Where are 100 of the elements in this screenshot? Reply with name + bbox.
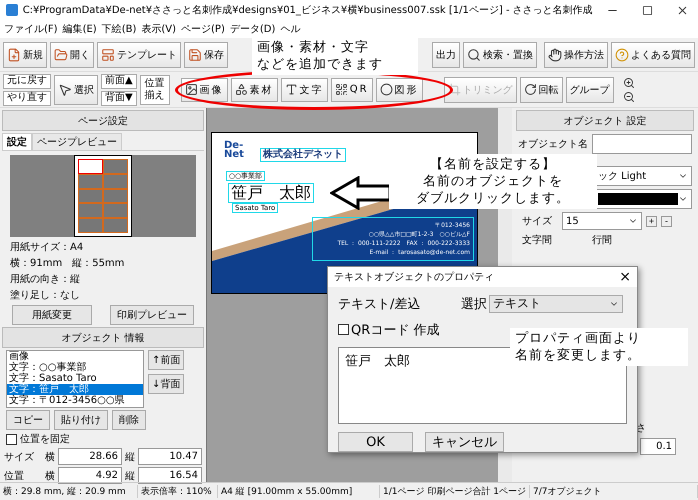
callout-text: 画像・素材・文字 などを追加できます: [252, 37, 418, 75]
template-icon: [101, 48, 115, 62]
select-button[interactable]: 選択: [54, 74, 98, 104]
number-field[interactable]: 4.92: [58, 467, 122, 484]
panel-header: オブジェクト 設定: [516, 110, 694, 131]
checkbox-label: QRコード 作成: [351, 322, 440, 339]
person-name[interactable]: 笹戸 太郎: [228, 183, 314, 204]
menu-item[interactable]: 編集(E): [62, 22, 97, 36]
save-icon: [188, 48, 202, 62]
insert-button[interactable]: 素材: [230, 78, 278, 102]
callout-text: 【名前を設定する】 名前のオブジェクトを ダブルクリックします。: [389, 154, 597, 209]
window-title: C:¥ProgramData¥De-net¥ささっと名刺作成¥designs¥01_ビジネス¥横¥business007.ssk [1/1ページ] - ささっと名刺作成: [22, 4, 593, 17]
toolbar-button[interactable]: 保存: [184, 42, 228, 68]
field-label: サイズ: [522, 215, 553, 228]
menu-item[interactable]: ページ(P): [181, 22, 225, 36]
color-select[interactable]: [594, 189, 692, 209]
text-icon: [284, 83, 298, 96]
page-info: 用紙の向き：縦: [9, 273, 81, 287]
insert-button[interactable]: 文字: [280, 78, 328, 102]
field-label: サイズ: [4, 450, 35, 464]
number-field[interactable]: 16.54: [138, 467, 202, 484]
page-info: 塗り足し：なし: [9, 289, 81, 303]
search-icon: [467, 48, 481, 62]
field-label: 縦: [125, 470, 135, 482]
zoom-out-icon[interactable]: [622, 90, 635, 102]
toolbar-button[interactable]: 検索・置換: [463, 42, 537, 68]
new-file-icon: [7, 48, 21, 62]
toolbar-button[interactable]: テンプレート: [97, 42, 181, 68]
field-label: 横: [45, 450, 55, 464]
close-icon[interactable]: [676, 4, 690, 16]
status-text: 表示倍率：110%: [138, 485, 218, 498]
minus-button[interactable]: -: [661, 216, 672, 226]
tool-button[interactable]: 回転: [520, 76, 563, 102]
close-button[interactable]: ×: [619, 268, 631, 285]
align-button[interactable]: 位置揃え: [140, 74, 170, 104]
page-info: 用紙サイズ：A4: [9, 241, 84, 255]
object-list-item[interactable]: 画像: [7, 351, 143, 362]
dialog-button[interactable]: キャンセル: [425, 432, 504, 452]
callout-text: プロパティ画面より 名前を変更します。: [510, 328, 688, 366]
object-button[interactable]: コピー: [6, 410, 50, 430]
toolbar-button[interactable]: 新規: [3, 42, 47, 68]
status-text: 1/1ページ 印刷ページ合計 1ページ: [380, 485, 530, 498]
object-list-item[interactable]: 文字：〒012-3456○○県: [7, 395, 143, 406]
zoom-in-icon[interactable]: [622, 76, 635, 88]
field-label: 文字間: [522, 234, 552, 247]
history-button[interactable]: 元に戻す: [3, 74, 51, 88]
object-button[interactable]: 削除: [112, 410, 146, 430]
number-field[interactable]: 0.1: [640, 438, 676, 455]
company-logo: De- Net: [224, 141, 244, 159]
size-select[interactable]: 15: [562, 212, 642, 230]
qr-code-icon: [334, 83, 348, 96]
order-button[interactable]: ↑前面: [148, 350, 184, 370]
company-name: 株式会社デネット: [260, 148, 346, 162]
checkbox[interactable]: [338, 324, 349, 336]
status-text: 7/7オブジェクト: [530, 485, 698, 498]
history-button[interactable]: やり直す: [3, 90, 51, 106]
shapes-icon: [234, 83, 248, 96]
field-label: 位置: [4, 470, 25, 482]
question-icon: [615, 48, 629, 62]
app-icon: [6, 4, 18, 16]
field-label: 選択: [461, 296, 487, 313]
insert-button[interactable]: QR: [330, 78, 373, 102]
object-list-item[interactable]: 文字：Sasato Taro: [7, 373, 143, 384]
panel-tab[interactable]: 設定: [2, 133, 32, 150]
page-button[interactable]: 用紙変更: [12, 305, 92, 325]
toolbar-button[interactable]: 開く: [50, 42, 94, 68]
menu-item[interactable]: ヘル: [280, 22, 300, 36]
order-button[interactable]: 背面▼: [101, 90, 137, 106]
order-button[interactable]: 前面▲: [101, 74, 137, 88]
maximize-icon[interactable]: [642, 4, 654, 16]
help-button[interactable]: 操作方法: [544, 42, 608, 68]
menu-item[interactable]: ファイル(F): [4, 22, 58, 36]
panel-tab[interactable]: ページプレビュー: [32, 133, 122, 150]
insert-button[interactable]: 画像: [180, 78, 228, 102]
status-text: 横：29.8 mm, 縦：20.9 mm: [0, 485, 138, 498]
number-field[interactable]: 10.47: [138, 448, 202, 465]
toolbar-button[interactable]: 出力: [432, 42, 460, 68]
faq-button[interactable]: よくある質問: [611, 42, 695, 68]
page-button[interactable]: 印刷プレビュー: [110, 305, 194, 325]
insert-button[interactable]: 図形: [376, 78, 423, 102]
checkbox[interactable]: [6, 434, 17, 444]
order-button[interactable]: ↓背面: [148, 374, 184, 394]
type-select[interactable]: テキスト: [489, 294, 623, 313]
object-list-item[interactable]: 文字：○○事業部: [7, 362, 143, 373]
menu-item[interactable]: データ(D): [230, 22, 276, 36]
plus-button[interactable]: +: [646, 216, 657, 226]
number-field[interactable]: 28.66: [58, 448, 122, 465]
tool-button[interactable]: グループ: [566, 76, 614, 102]
menu-item[interactable]: 表示(V): [141, 22, 176, 36]
field-label: 縦: [125, 450, 135, 464]
status-text: A4 縦 [91.00mm x 55.00mm]: [218, 485, 380, 498]
dialog-button[interactable]: OK: [338, 432, 413, 452]
checkbox-label: 位置を固定: [20, 432, 70, 446]
name-field[interactable]: [592, 134, 692, 154]
object-button[interactable]: 貼り付け: [54, 410, 108, 430]
menu-item[interactable]: 下絵(B): [102, 22, 136, 36]
object-list-item[interactable]: 文字：笹戸 太郎: [7, 384, 143, 395]
font-select[interactable]: ック Light: [594, 166, 692, 186]
arrow-icon: [330, 176, 392, 210]
field-label: 横: [45, 470, 55, 482]
